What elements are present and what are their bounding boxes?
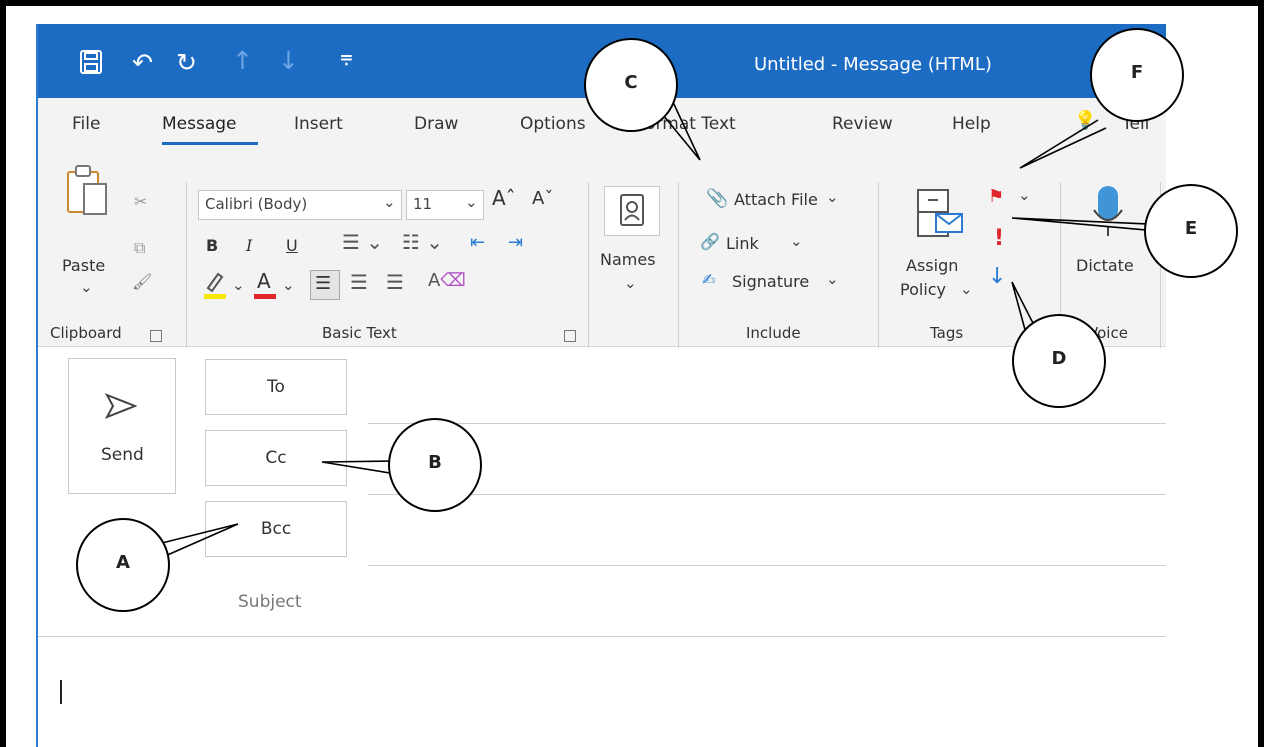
callout-b: B — [388, 418, 482, 512]
callout-e: E — [1144, 184, 1238, 278]
callout-a: A — [76, 518, 170, 612]
callout-f: F — [1090, 28, 1184, 122]
callout-d: D — [1012, 314, 1106, 408]
callout-c: C — [584, 38, 678, 132]
